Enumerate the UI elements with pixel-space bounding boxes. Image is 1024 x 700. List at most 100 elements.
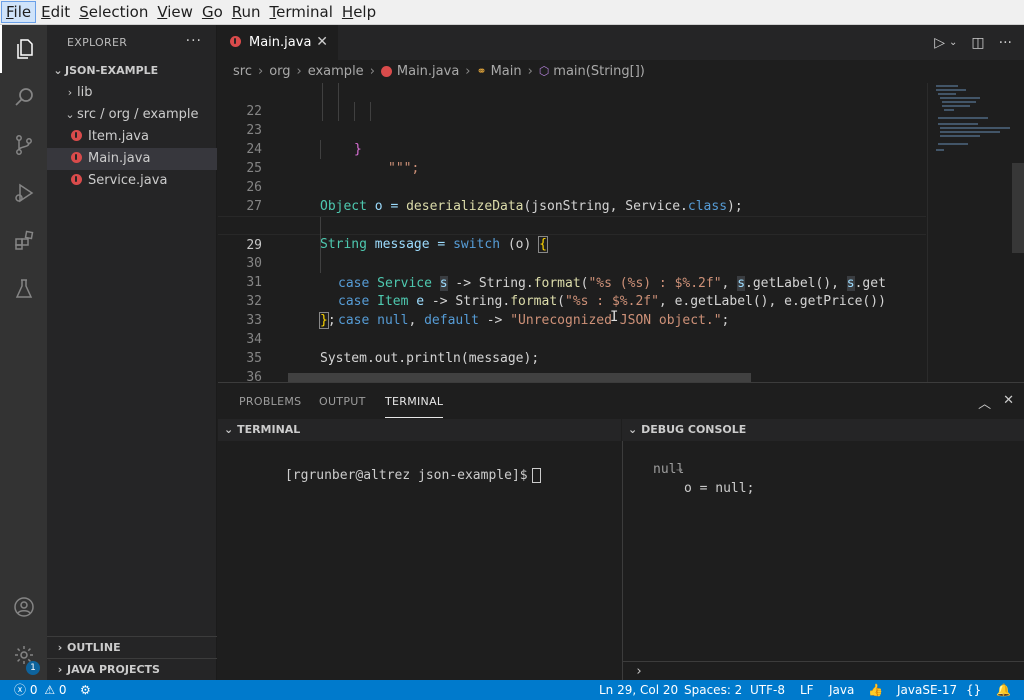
manage-gear-icon[interactable]: 1 (0, 631, 47, 679)
code-line: 25 (218, 140, 926, 176)
java-file-icon (230, 36, 241, 47)
problems-status[interactable]: ⓧ 0 ⚠ 0 (14, 680, 67, 700)
debug-console-input[interactable]: › (623, 661, 1024, 681)
end-of-line[interactable]: LF (800, 680, 814, 700)
tab-main-java[interactable]: Main.java ✕ (218, 25, 338, 60)
close-panel-icon[interactable]: ✕ (1003, 393, 1014, 412)
notifications-bell-icon[interactable]: 🔔 (996, 680, 1011, 700)
debug-console-header[interactable]: ⌄ DEBUG CONSOLE (622, 419, 1024, 441)
tree-item-service-java[interactable]: Service.java (47, 170, 217, 192)
chevron-right-icon: › (57, 641, 63, 654)
account-icon[interactable] (0, 583, 47, 631)
tree-item-src[interactable]: ⌄ src / org / example (47, 104, 217, 126)
tree-item-item-java[interactable]: Item.java (47, 126, 217, 148)
code-line: 23 """; (218, 102, 926, 176)
close-icon[interactable]: ✕ (316, 34, 328, 50)
debug-output: null (653, 462, 685, 477)
bottom-panel: PROBLEMS OUTPUT TERMINAL ︿ ✕ ⌄ TERMINAL … (218, 382, 1024, 681)
menu-view[interactable]: View (153, 1, 197, 23)
java-status-icon[interactable]: {} (966, 680, 981, 700)
chevron-down-icon: ⌄ (53, 64, 63, 77)
text-cursor-icon: I (610, 309, 619, 325)
breadcrumb-method[interactable]: main(String[]) (553, 64, 645, 79)
source-control-icon[interactable] (0, 121, 47, 169)
java-projects-section[interactable]: › JAVA PROJECTS (47, 658, 217, 680)
explorer-title: EXPLORER (67, 36, 128, 49)
jdk-version[interactable]: JavaSE-17 (897, 680, 957, 700)
chevron-right-icon: › (257, 63, 264, 79)
maximize-panel-icon[interactable]: ︿ (978, 393, 991, 412)
tab-problems[interactable]: PROBLEMS (239, 383, 301, 418)
error-icon: ⓧ (14, 683, 27, 697)
extensions-icon[interactable] (0, 217, 47, 265)
java-file-icon (71, 130, 82, 141)
language-mode[interactable]: Java (829, 680, 854, 700)
tree-item-lib[interactable]: › lib (47, 82, 217, 104)
code-line: 28 String message = switch (o) { (246, 218, 548, 253)
run-debug-icon[interactable] (0, 169, 47, 217)
code-line: 31 case null, default -> "Unrecognized J… (218, 254, 926, 328)
files-icon[interactable] (0, 25, 47, 73)
run-icon[interactable]: ▷ (934, 35, 945, 51)
chevron-right-icon: › (67, 86, 73, 99)
chevron-right-icon: › (527, 63, 533, 79)
menu-edit[interactable]: Edit (37, 1, 74, 23)
chevron-right-icon: › (465, 63, 471, 79)
debug-console[interactable]: → o = null; null › (622, 441, 1024, 681)
chevron-right-icon: › (635, 664, 643, 679)
editor-tab-bar: Main.java ✕ ▷ ⌄ ◫ ··· (218, 25, 1024, 60)
breadcrumb-file[interactable]: Main.java (397, 64, 459, 79)
indentation[interactable]: Spaces: 2 (684, 680, 742, 700)
menu-run[interactable]: Run (228, 1, 265, 23)
breadcrumb-example[interactable]: example (308, 64, 364, 79)
chevron-right-icon: › (57, 663, 63, 676)
debug-status-icon[interactable]: ⚙ (80, 680, 91, 700)
method-icon: ⬡ (538, 64, 550, 78)
code-editor[interactable]: 22 } 23 """; 24 25 26 Object o = deseria… (218, 83, 926, 382)
chevron-down-icon: ⌄ (224, 423, 234, 436)
breadcrumb: src › org › example › Main.java › ⚭ Main… (218, 60, 1024, 82)
horizontal-scrollbar[interactable] (288, 373, 751, 382)
project-folder[interactable]: ⌄ JSON-EXAMPLE (47, 60, 217, 82)
java-file-icon (71, 174, 82, 185)
menu-go[interactable]: Go (198, 1, 227, 23)
minimap[interactable] (927, 83, 1024, 382)
terminal[interactable]: [rgrunber@altrez json-example]$ (218, 441, 621, 681)
code-line: 26 Object o = deserializeData(jsonString… (246, 180, 743, 214)
explorer-sidebar: EXPLORER ··· ⌄ JSON-EXAMPLE › lib ⌄ src / o… (47, 25, 217, 680)
outline-section[interactable]: › OUTLINE (47, 636, 217, 658)
thumbs-up-icon[interactable]: 👍 (868, 680, 883, 700)
breadcrumb-src[interactable]: src (233, 64, 252, 79)
tree-item-main-java[interactable]: Main.java (47, 148, 217, 170)
menu-terminal[interactable]: Terminal (266, 1, 337, 23)
cursor-position[interactable]: Ln 29, Col 20 (599, 680, 678, 700)
code-line: 27 (246, 199, 262, 214)
menu-help[interactable]: Help (338, 1, 380, 23)
warning-icon: ⚠ (44, 683, 56, 697)
more-actions-icon[interactable]: ··· (186, 33, 202, 49)
breadcrumb-org[interactable]: org (269, 64, 290, 79)
code-line: 36 } (246, 370, 262, 382)
java-file-icon (71, 152, 82, 163)
code-line: 33 (246, 313, 262, 328)
chevron-down-icon[interactable]: ⌄ (949, 37, 957, 48)
activity-bar: 1 (0, 25, 47, 680)
tab-output[interactable]: OUTPUT (319, 383, 366, 418)
editor-actions: ▷ ⌄ ◫ ··· (934, 25, 1012, 60)
terminal-section-header[interactable]: ⌄ TERMINAL (218, 419, 621, 441)
menu-file[interactable]: File (1, 1, 37, 23)
code-line-current: 29 case Service s -> String.format("%s (… (218, 216, 926, 291)
tab-terminal[interactable]: TERMINAL (385, 383, 444, 418)
status-bar: ⓧ 0 ⚠ 0 ⚙ Ln 29, Col 20 Spaces: 2 UTF-8 … (0, 680, 1024, 700)
panel-actions: ︿ ✕ (978, 393, 1014, 412)
split-editor-icon[interactable]: ◫ (971, 35, 984, 51)
more-actions-icon[interactable]: ··· (999, 35, 1012, 51)
search-icon[interactable] (0, 73, 47, 121)
explorer-header: EXPLORER ··· (47, 25, 216, 60)
encoding[interactable]: UTF-8 (750, 680, 785, 700)
breadcrumb-class[interactable]: Main (491, 64, 522, 79)
chevron-right-icon: › (296, 63, 302, 79)
vertical-scrollbar[interactable] (1012, 163, 1024, 253)
menu-selection[interactable]: Selection (75, 1, 152, 23)
testing-icon[interactable] (0, 265, 47, 313)
